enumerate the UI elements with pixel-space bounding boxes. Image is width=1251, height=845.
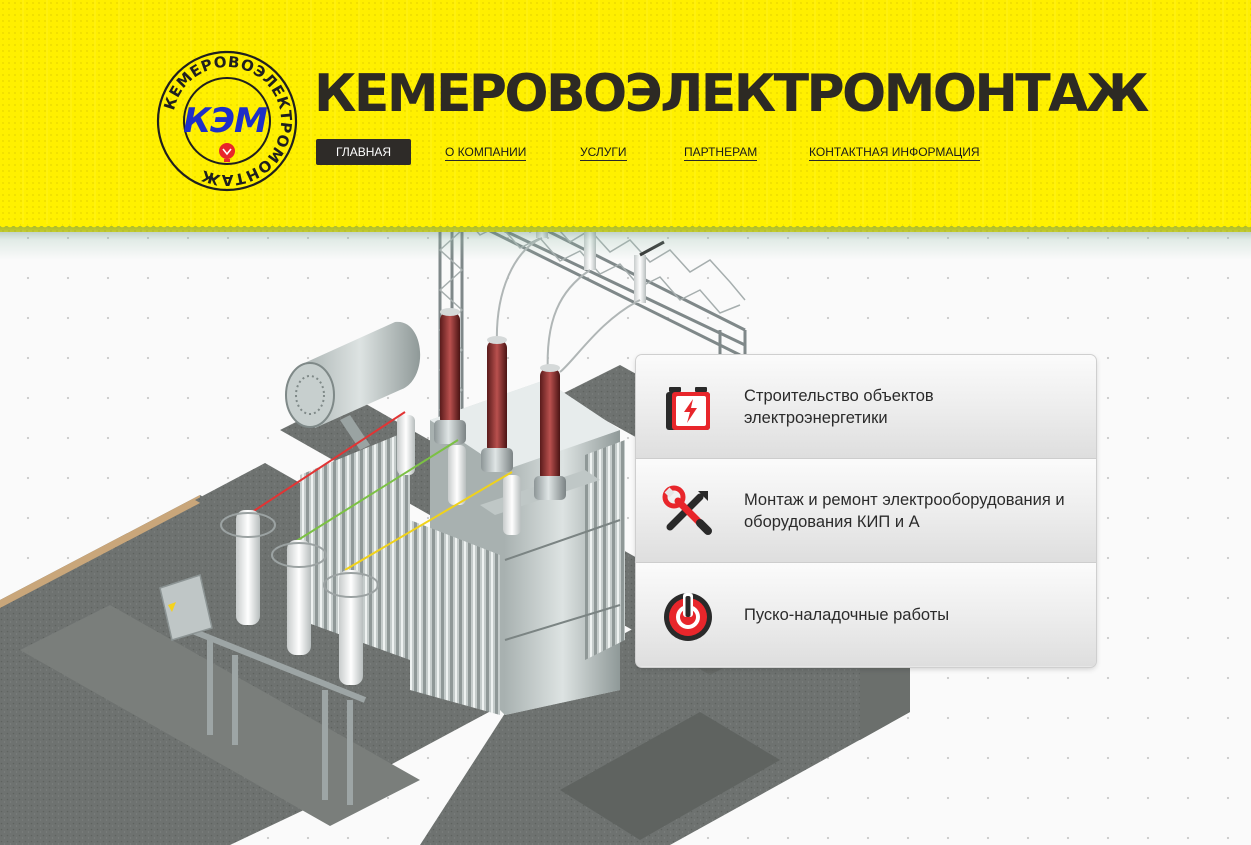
service-label: Строительство объектов электроэнергетики — [744, 386, 934, 427]
services-panel: Строительство объектов электроэнергетики… — [636, 355, 1096, 667]
nav-item-home[interactable]: ГЛАВНАЯ — [316, 139, 412, 165]
nav-label: УСЛУГИ — [580, 145, 627, 161]
service-label: Монтаж и ремонт электрооборудования и об… — [744, 490, 1065, 531]
nav-label: КОНТАКТНАЯ ИНФОРМАЦИЯ — [809, 145, 980, 161]
logo-emblem-icon: КЕМЕРОВОЭЛЕКТРОМОНТАЖ КЭМ — [156, 50, 298, 192]
logo-abbr: КЭМ — [183, 101, 268, 141]
nav-item-services[interactable]: УСЛУГИ — [580, 139, 627, 165]
nav-item-contacts[interactable]: КОНТАКТНАЯ ИНФОРМАЦИЯ — [809, 139, 980, 165]
header-fringe — [0, 224, 1251, 234]
power-button-icon — [664, 593, 712, 641]
service-item-construction[interactable]: Строительство объектов электроэнергетики — [636, 355, 1096, 459]
company-logo[interactable]: КЕМЕРОВОЭЛЕКТРОМОНТАЖ КЭМ — [156, 50, 298, 192]
service-item-repair[interactable]: Монтаж и ремонт электрооборудования и об… — [636, 459, 1096, 563]
service-item-commissioning[interactable]: Пуско-наладочные работы — [636, 563, 1096, 666]
nav-label: ПАРТНЕРАМ — [684, 145, 758, 161]
nav-label: ГЛАВНАЯ — [336, 145, 392, 159]
battery-charge-icon — [666, 387, 710, 430]
tools-icon — [662, 485, 712, 535]
nav-label: О КОМПАНИИ — [445, 145, 527, 161]
service-label: Пуско-наладочные работы — [744, 605, 950, 624]
nav-item-about[interactable]: О КОМПАНИИ — [445, 139, 527, 165]
nav-item-partners[interactable]: ПАРТНЕРАМ — [684, 139, 758, 165]
site-title: КЕМЕРОВОЭЛЕКТРОМОНТАЖ — [314, 64, 1149, 124]
logo-bulb-icon — [219, 143, 235, 162]
